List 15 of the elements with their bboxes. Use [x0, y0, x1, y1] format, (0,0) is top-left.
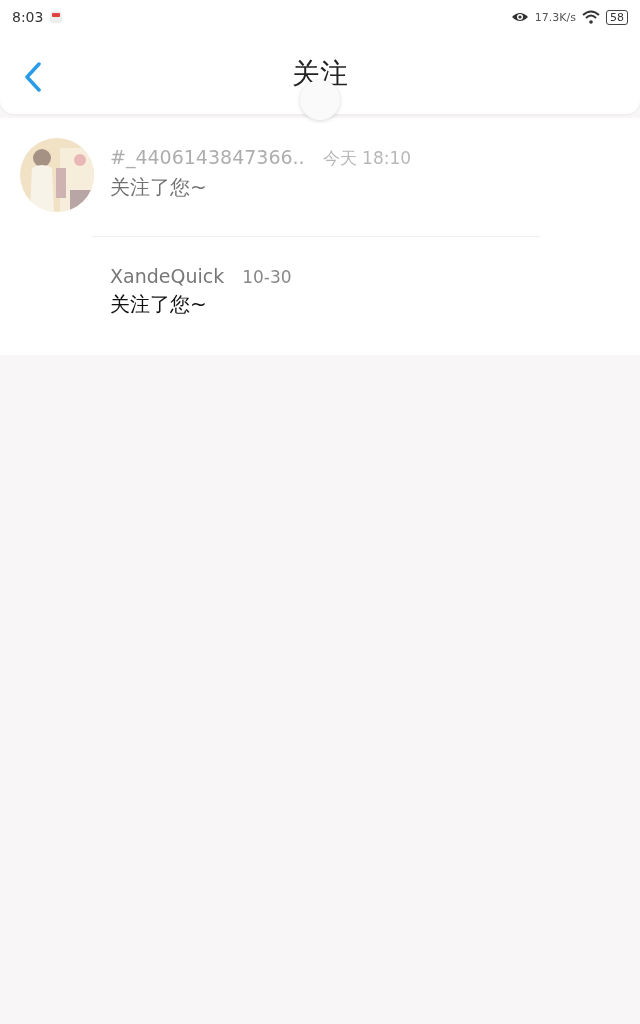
chevron-left-icon	[24, 62, 42, 92]
notification-row[interactable]: #_4406143847366.. 今天 18:10 关注了您~	[0, 118, 640, 236]
notification-message: 关注了您~	[110, 291, 208, 318]
notification-time: 10-30	[242, 267, 292, 287]
notification-row[interactable]: XandeQuick 10-30 关注了您~	[0, 237, 640, 355]
eye-icon	[510, 11, 529, 23]
network-speed: 17.3K/s	[534, 10, 576, 24]
notification-message: 关注了您~	[110, 174, 208, 201]
wifi-icon	[582, 10, 600, 24]
notification-icon	[49, 10, 64, 24]
notification-time: 今天 18:10	[322, 147, 412, 170]
user-name: #_4406143847366..	[110, 146, 305, 168]
user-name: XandeQuick	[110, 265, 225, 287]
clock: 8:03	[12, 9, 44, 25]
battery-level: 58	[606, 9, 628, 25]
